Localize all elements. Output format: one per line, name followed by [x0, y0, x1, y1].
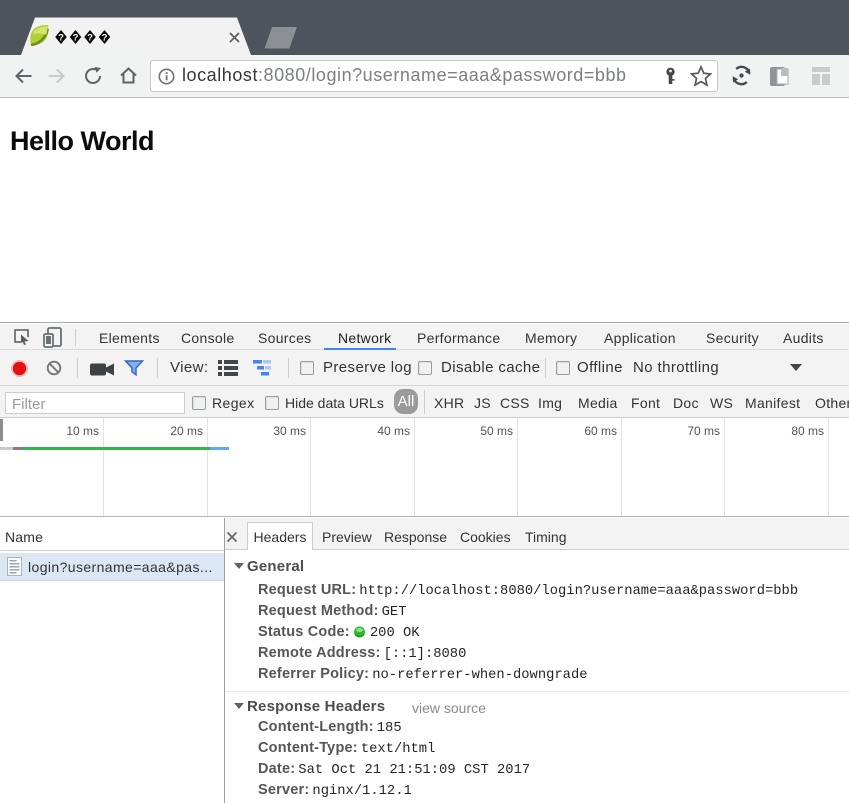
svg-text:?: ?	[87, 33, 93, 44]
svg-text:?: ?	[102, 33, 108, 44]
svg-text:?: ?	[58, 33, 64, 44]
svg-text:?: ?	[73, 33, 79, 44]
